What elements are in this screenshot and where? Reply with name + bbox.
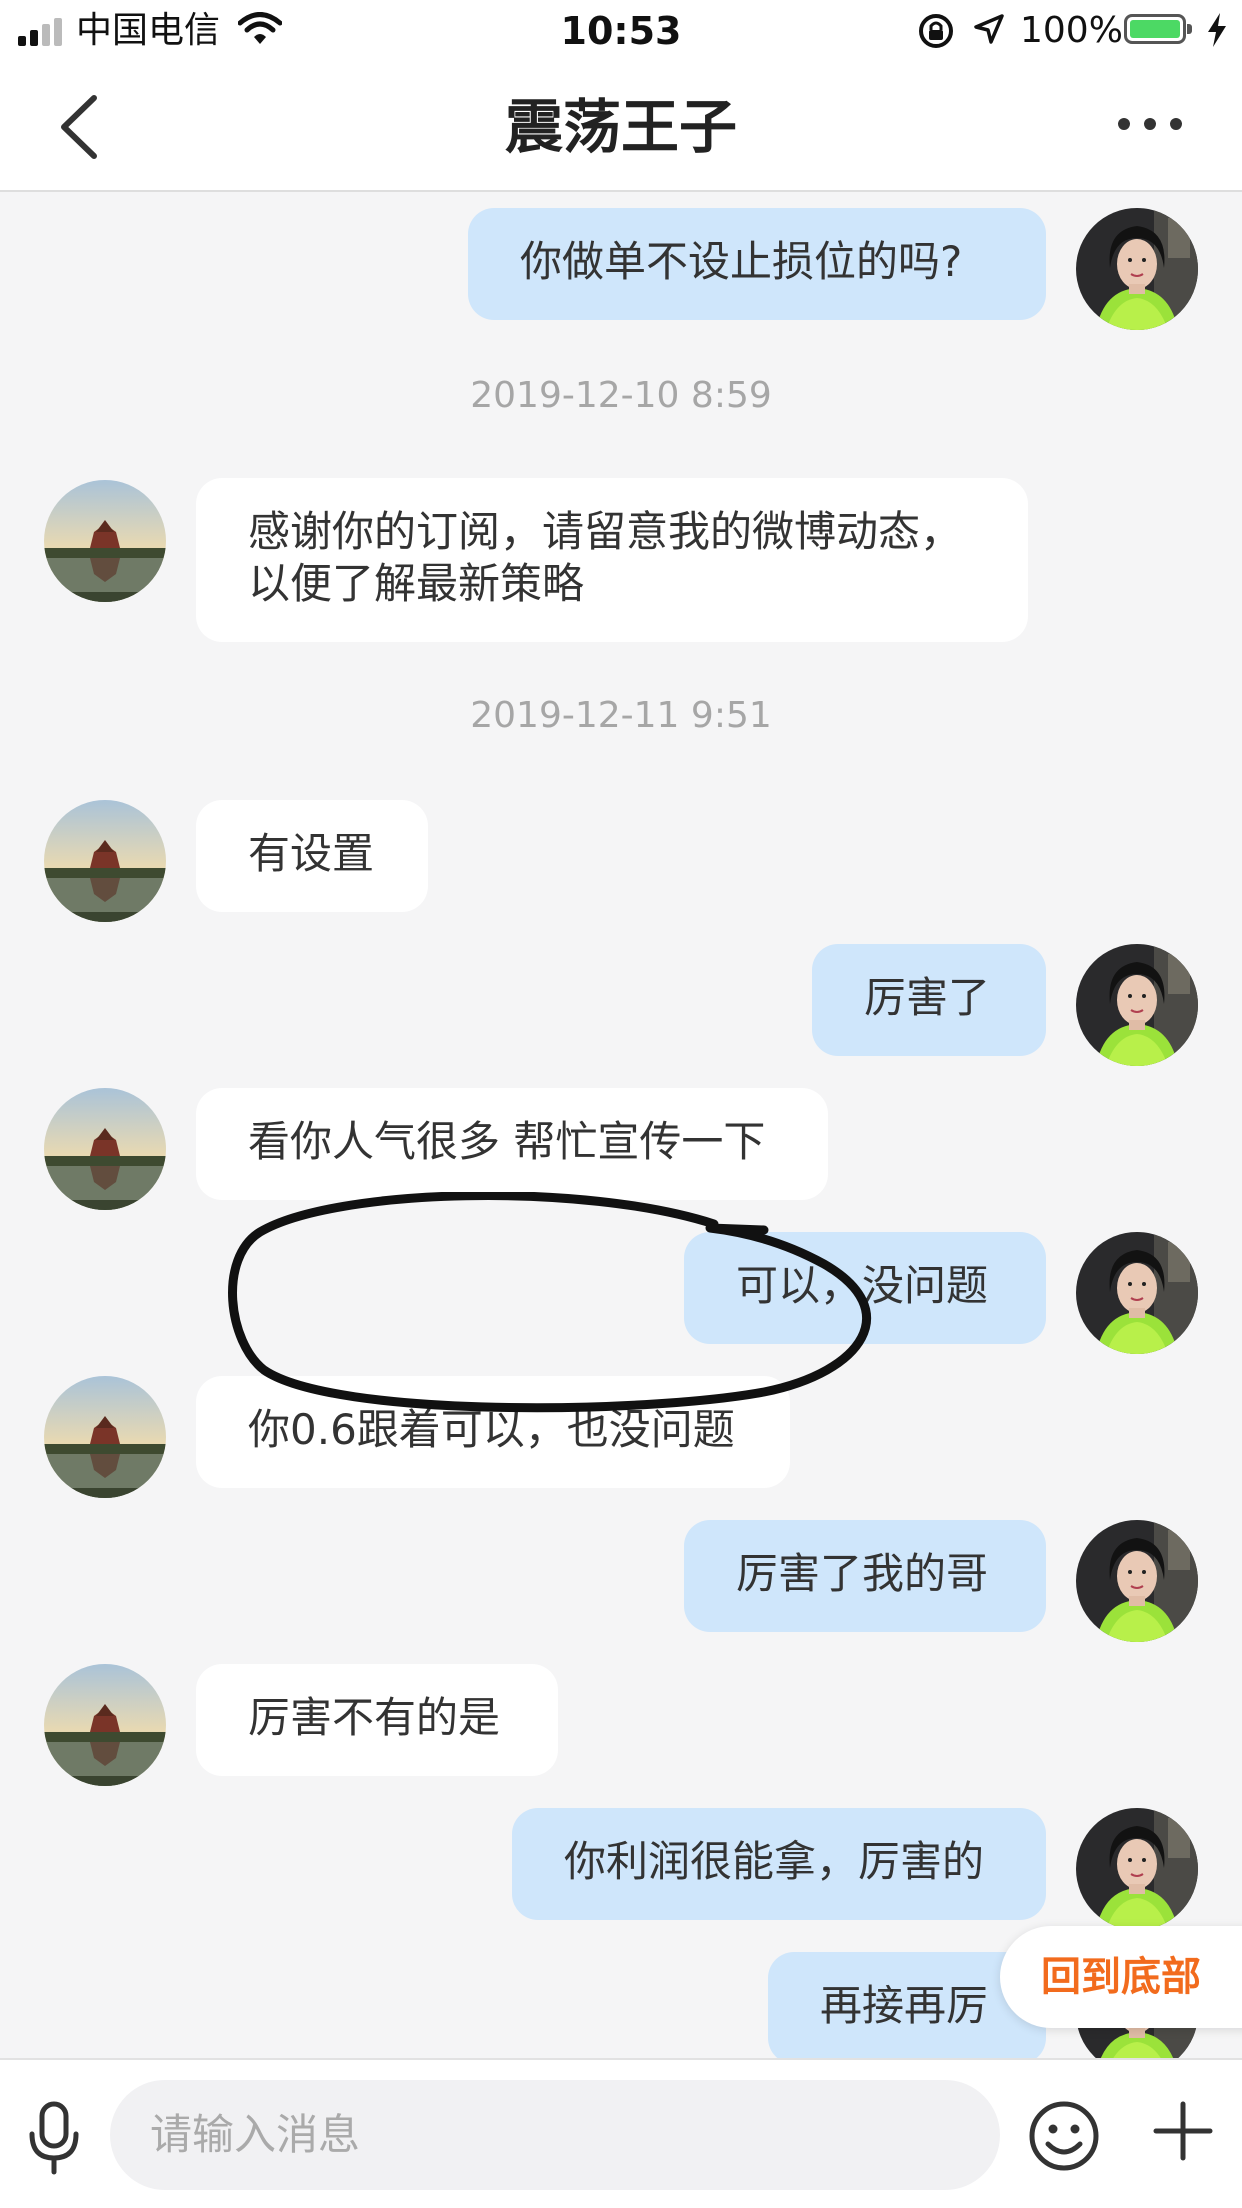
avatar[interactable] — [44, 1088, 166, 1210]
message-text: 你做单不设止损位的吗? — [520, 237, 963, 286]
avatar[interactable] — [44, 480, 166, 602]
input-bar: 请输入消息 — [0, 2058, 1242, 2208]
message-text: 你0.6跟着可以，也没问题 — [248, 1405, 735, 1454]
message-text: 你利润很能拿，厉害的 — [564, 1837, 985, 1886]
avatar[interactable] — [44, 800, 166, 922]
avatar[interactable] — [1076, 944, 1198, 1066]
battery-icon — [1124, 14, 1192, 44]
message-input[interactable]: 请输入消息 — [110, 2080, 1000, 2190]
message-text: 有设置 — [248, 829, 375, 878]
message-text: 厉害了 — [864, 973, 991, 1022]
incoming-message[interactable]: 感谢你的订阅，请留意我的微博动态，以便了解最新策略 — [196, 478, 1028, 642]
message-text: 可以，没问题 — [736, 1261, 989, 1310]
message-text: 再接再厉 — [820, 1981, 989, 2030]
incoming-message[interactable]: 看你人气很多 帮忙宣传一下 — [196, 1088, 828, 1200]
rotation-lock-icon — [916, 12, 956, 54]
message-input-placeholder: 请输入消息 — [150, 2110, 361, 2159]
message-text: 感谢你的订阅，请留意我的微博动态，以便了解最新策略 — [248, 507, 963, 608]
page-title: 震荡王子 — [504, 93, 737, 161]
avatar[interactable] — [1076, 1808, 1198, 1930]
microphone-icon[interactable] — [26, 2100, 82, 2176]
avatar[interactable] — [1076, 1232, 1198, 1354]
incoming-message[interactable]: 有设置 — [196, 800, 428, 912]
outgoing-message[interactable]: 你利润很能拿，厉害的 — [512, 1808, 1046, 1920]
more-dots-icon[interactable] — [1118, 114, 1182, 134]
incoming-message[interactable]: 厉害不有的是 — [196, 1664, 558, 1776]
avatar[interactable] — [1076, 1520, 1198, 1642]
battery-percent: 100% — [1020, 10, 1123, 51]
timestamp: 2019-12-10 8:59 — [470, 375, 772, 416]
message-text: 厉害不有的是 — [248, 1693, 501, 1742]
timestamp: 2019-12-11 9:51 — [470, 695, 772, 736]
avatar[interactable] — [44, 1376, 166, 1498]
avatar[interactable] — [44, 1664, 166, 1786]
nav-bar: 震荡王子 — [0, 62, 1242, 192]
back-to-bottom-button[interactable]: 回到底部 — [1000, 1926, 1242, 2028]
outgoing-message[interactable]: 厉害了我的哥 — [684, 1520, 1046, 1632]
charging-bolt-icon — [1206, 12, 1228, 52]
message-list[interactable]: 你做单不设止损位的吗? 2019-12-10 8:59 感谢你的订阅，请留意我的… — [0, 192, 1242, 2058]
smiley-icon[interactable] — [1028, 2100, 1100, 2172]
plus-icon[interactable] — [1152, 2100, 1214, 2162]
status-bar: 中国电信 10:53 100% — [0, 0, 1242, 62]
avatar[interactable] — [1076, 208, 1198, 330]
incoming-message[interactable]: 你0.6跟着可以，也没问题 — [196, 1376, 790, 1488]
message-text: 厉害了我的哥 — [736, 1549, 989, 1598]
outgoing-message[interactable]: 厉害了 — [812, 944, 1046, 1056]
message-text: 看你人气很多 帮忙宣传一下 — [248, 1117, 766, 1166]
outgoing-message[interactable]: 你做单不设止损位的吗? — [468, 208, 1046, 320]
location-arrow-icon — [972, 12, 1006, 50]
outgoing-message[interactable]: 可以，没问题 — [684, 1232, 1046, 1344]
